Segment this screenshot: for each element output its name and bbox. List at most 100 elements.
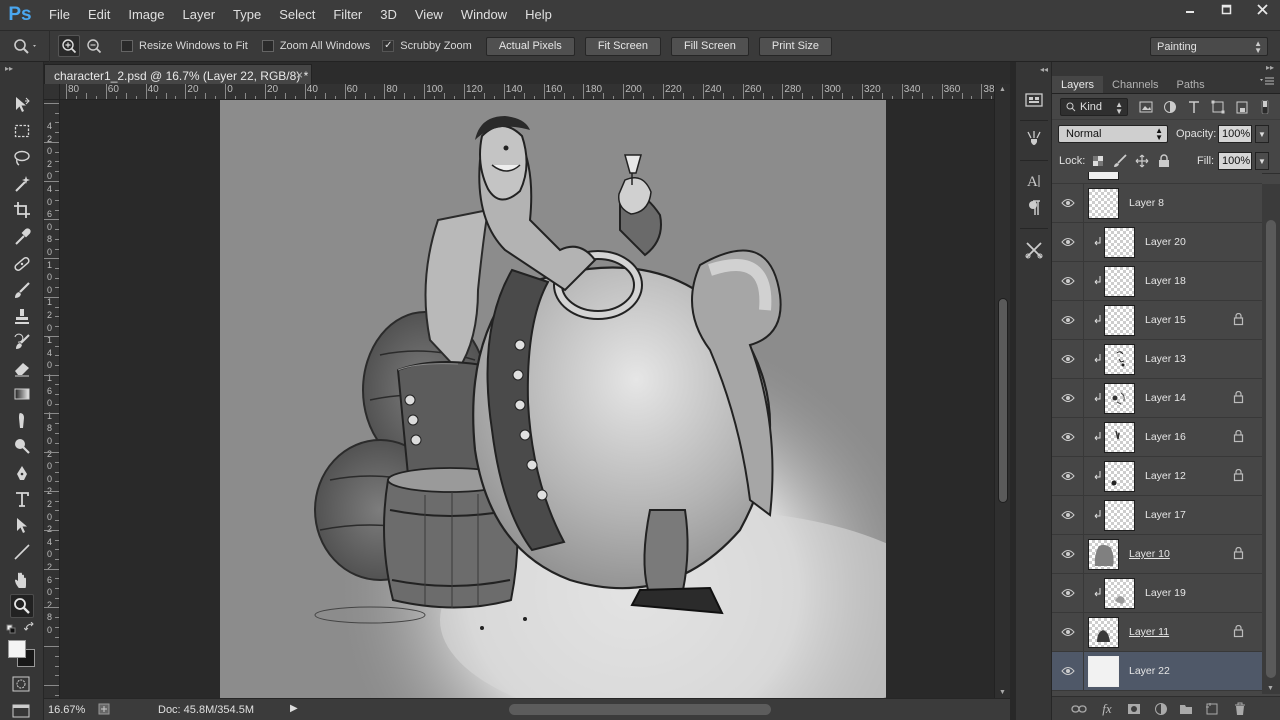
visibility-eye-icon[interactable] xyxy=(1060,430,1076,444)
clone-stamp-tool-icon[interactable] xyxy=(10,304,34,328)
zoom-all-windows-checkbox[interactable]: Zoom All Windows xyxy=(261,40,370,52)
filter-type-icon[interactable] xyxy=(1186,99,1202,115)
visibility-eye-icon[interactable] xyxy=(1060,196,1076,210)
brush-panel-icon[interactable] xyxy=(1022,128,1046,152)
status-menu-arrow-icon[interactable]: ▶ xyxy=(290,703,298,714)
filter-shape-icon[interactable] xyxy=(1210,99,1226,115)
healing-brush-tool-icon[interactable] xyxy=(10,252,34,276)
scroll-down-icon[interactable]: ▼ xyxy=(999,689,1006,696)
layer-thumbnail[interactable] xyxy=(1104,227,1135,258)
canvas-horizontal-scrollbar[interactable] xyxy=(509,704,771,715)
scrollbar-thumb[interactable] xyxy=(998,298,1008,503)
filter-pixel-icon[interactable] xyxy=(1138,99,1154,115)
visibility-eye-icon[interactable] xyxy=(1060,547,1076,561)
layer-row[interactable]: Layer 13 xyxy=(1052,340,1262,379)
filter-kind-select[interactable]: Kind ▲ ▼ xyxy=(1060,98,1128,116)
layer-thumbnail[interactable] xyxy=(1104,344,1135,375)
screen-mode-icon[interactable] xyxy=(12,702,30,720)
layers-scrollbar[interactable]: ▼ xyxy=(1262,184,1280,694)
menu-layer[interactable]: Layer xyxy=(174,0,225,30)
layer-row[interactable]: Layer 14 xyxy=(1052,379,1262,418)
fit-screen-button[interactable]: Fit Screen xyxy=(584,36,661,56)
collapse-panel-icon[interactable]: ▸▸ xyxy=(0,62,43,76)
delete-layer-icon[interactable] xyxy=(1232,701,1248,717)
visibility-eye-icon[interactable] xyxy=(1060,469,1076,483)
visibility-eye-icon[interactable] xyxy=(1060,508,1076,522)
layer-thumbnail[interactable] xyxy=(1088,656,1119,687)
menu-file[interactable]: File xyxy=(40,0,79,30)
layer-row[interactable]: Layer 10 xyxy=(1052,535,1262,574)
scroll-up-icon[interactable]: ▲ xyxy=(999,86,1006,93)
close-icon[interactable] xyxy=(1244,0,1280,18)
scrubby-zoom-checkbox[interactable]: ✓ Scrubby Zoom xyxy=(382,40,472,52)
resize-windows-checkbox[interactable]: Resize Windows to Fit xyxy=(121,40,248,52)
layer-thumbnail[interactable] xyxy=(1104,305,1135,336)
character-panel-icon[interactable]: A xyxy=(1022,169,1046,193)
menu-edit[interactable]: Edit xyxy=(79,0,119,30)
restore-icon[interactable] xyxy=(1208,0,1244,18)
lock-all-icon[interactable] xyxy=(1156,153,1172,169)
layer-thumbnail[interactable] xyxy=(1088,188,1119,219)
menu-3d[interactable]: 3D xyxy=(371,0,406,30)
layer-thumbnail[interactable] xyxy=(1104,422,1135,453)
marquee-tool-icon[interactable] xyxy=(10,119,34,143)
expand-panels-icon[interactable]: ◂◂ xyxy=(1040,65,1048,74)
layer-row[interactable]: Layer 12 xyxy=(1052,457,1262,496)
eyedropper-tool-icon[interactable] xyxy=(10,225,34,249)
fill-screen-button[interactable]: Fill Screen xyxy=(670,36,749,56)
layer-thumbnail[interactable] xyxy=(1104,383,1135,414)
visibility-eye-icon[interactable] xyxy=(1060,235,1076,249)
layer-row[interactable]: Layer 11 xyxy=(1052,613,1262,652)
type-tool-icon[interactable] xyxy=(10,487,34,511)
menu-image[interactable]: Image xyxy=(119,0,173,30)
zoom-level-field[interactable]: 16.67% xyxy=(46,702,96,718)
scrollbar-thumb[interactable] xyxy=(1266,220,1276,678)
smudge-tool-icon[interactable] xyxy=(10,408,34,432)
lock-image-icon[interactable] xyxy=(1112,153,1128,169)
menu-type[interactable]: Type xyxy=(224,0,270,30)
opacity-field[interactable]: 100% xyxy=(1218,125,1252,143)
link-layers-icon[interactable] xyxy=(1071,701,1087,717)
opacity-slider-icon[interactable]: ▼ xyxy=(1255,125,1269,143)
visibility-eye-icon[interactable] xyxy=(1060,391,1076,405)
tab-channels[interactable]: Channels xyxy=(1103,76,1167,93)
layer-row[interactable]: Layer 22 xyxy=(1052,652,1262,691)
menu-select[interactable]: Select xyxy=(270,0,324,30)
actual-pixels-button[interactable]: Actual Pixels xyxy=(485,36,575,56)
layer-name[interactable]: Layer 19 xyxy=(1145,587,1186,599)
zoom-tool-icon[interactable] xyxy=(10,594,34,618)
layer-name[interactable]: Layer 15 xyxy=(1145,314,1186,326)
ruler-origin[interactable] xyxy=(44,84,60,100)
fx-icon[interactable]: fx xyxy=(1099,701,1115,717)
default-colors-icon[interactable] xyxy=(6,624,18,637)
dodge-tool-icon[interactable] xyxy=(10,434,34,458)
close-document-icon[interactable]: × xyxy=(296,68,303,82)
visibility-eye-icon[interactable] xyxy=(1060,313,1076,327)
blend-mode-select[interactable]: Normal ▲ ▼ xyxy=(1058,125,1168,143)
quick-mask-icon[interactable] xyxy=(12,676,30,695)
lock-transparent-icon[interactable] xyxy=(1090,153,1106,169)
visibility-eye-icon[interactable] xyxy=(1060,274,1076,288)
canvas-vertical-scrollbar[interactable]: ▲ ▼ xyxy=(994,84,1010,698)
layer-name[interactable]: Layer 22 xyxy=(1129,665,1170,677)
fill-slider-icon[interactable]: ▼ xyxy=(1255,152,1269,170)
visibility-eye-icon[interactable] xyxy=(1060,625,1076,639)
hand-tool-icon[interactable] xyxy=(10,567,34,591)
pen-tool-icon[interactable] xyxy=(10,461,34,485)
layer-thumbnail[interactable] xyxy=(1088,539,1119,570)
filter-toggle-switch[interactable] xyxy=(1260,99,1272,115)
layer-row-partial[interactable] xyxy=(1052,172,1262,184)
minimize-icon[interactable] xyxy=(1172,0,1208,18)
layer-row[interactable]: Layer 20 xyxy=(1052,223,1262,262)
layer-thumbnail[interactable] xyxy=(1104,461,1135,492)
tool-presets-icon[interactable] xyxy=(1022,238,1046,262)
layer-name[interactable]: Layer 8 xyxy=(1129,197,1164,209)
layer-name[interactable]: Layer 11 xyxy=(1129,626,1169,638)
magic-wand-tool-icon[interactable] xyxy=(10,172,34,196)
menu-view[interactable]: View xyxy=(406,0,452,30)
layer-name[interactable]: Layer 17 xyxy=(1145,509,1186,521)
fill-field[interactable]: 100% xyxy=(1218,152,1252,170)
print-size-button[interactable]: Print Size xyxy=(758,36,832,56)
menu-filter[interactable]: Filter xyxy=(324,0,371,30)
layer-name[interactable]: Layer 16 xyxy=(1145,431,1186,443)
